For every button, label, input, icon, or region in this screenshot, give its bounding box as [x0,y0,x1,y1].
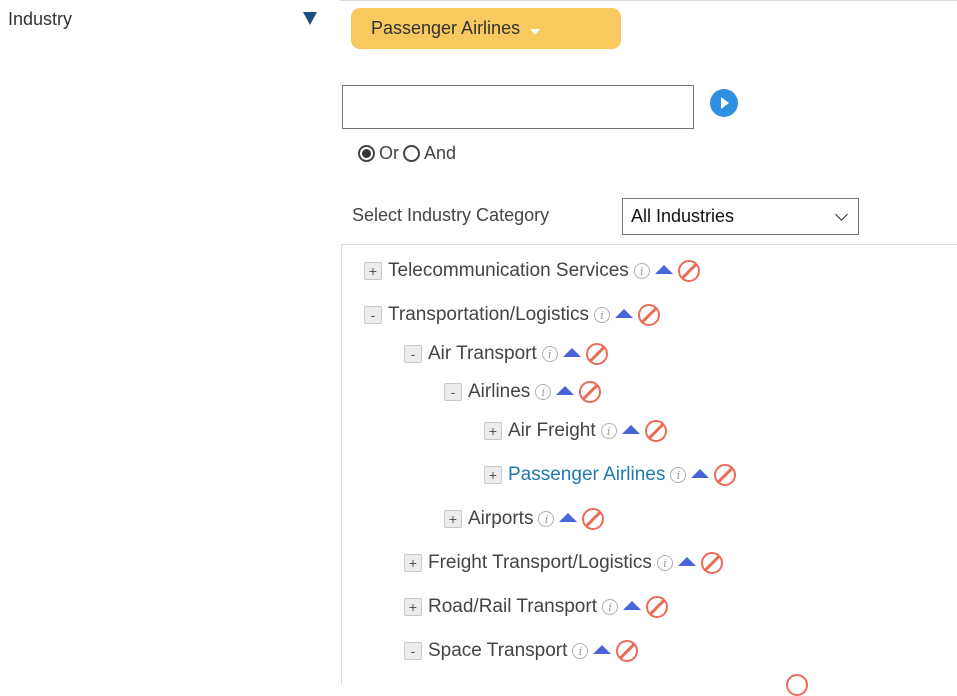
info-icon[interactable]: i [600,423,617,439]
and-radio[interactable] [403,144,420,162]
collapse-icon[interactable]: - [404,642,422,660]
info-icon[interactable]: i [601,599,618,615]
tree-node-row: + Air Freight i [484,415,667,447]
arrow-up-icon[interactable] [691,469,710,478]
or-radio-label[interactable]: Or [379,143,399,164]
expand-icon[interactable]: + [444,510,462,528]
collapse-icon[interactable]: - [364,306,382,324]
category-select-label: Select Industry Category [352,205,550,225]
selected-tag-label: Passenger Airlines [371,18,521,38]
exclude-icon[interactable] [616,640,639,662]
exclude-icon[interactable] [582,508,605,530]
arrow-up-icon[interactable] [556,386,575,395]
exclude-icon[interactable] [700,552,723,574]
or-radio[interactable] [358,144,375,162]
tree-node-label[interactable]: Transportation/Logistics [388,304,589,326]
info-icon[interactable]: i [541,346,558,362]
tree-node-label[interactable]: Airlines [468,381,530,403]
exclude-icon[interactable] [644,420,667,442]
exclude-icon[interactable] [645,596,668,618]
tree-node-row: - Airlines i [444,376,602,408]
industry-field-label: Industry [8,9,73,29]
expand-icon[interactable]: + [364,262,382,280]
tree-node-row: + Telecommunication Services i [364,255,700,287]
exclude-icon[interactable] [677,260,700,282]
tree-node-label[interactable]: Airports [468,508,533,530]
info-icon[interactable]: i [594,307,611,323]
arrow-up-icon[interactable] [621,425,640,434]
arrow-up-icon[interactable] [677,557,696,566]
tree-node-label[interactable]: Telecommunication Services [388,260,629,282]
tree-node-label[interactable]: Freight Transport/Logistics [428,552,652,574]
arrow-up-icon[interactable] [562,348,581,357]
tree-node-label[interactable]: Passenger Airlines [508,464,665,486]
info-icon[interactable]: i [670,467,687,483]
exclude-icon[interactable] [579,381,602,403]
industry-category-select[interactable]: All Industries [622,198,859,235]
tree-node-label[interactable]: Space Transport [428,640,567,662]
tree-node-row: + Passenger Airlines i [484,459,737,491]
exclude-icon[interactable] [638,304,661,326]
play-icon[interactable] [710,89,738,117]
info-icon[interactable]: i [633,263,650,279]
collapse-icon[interactable]: - [444,383,462,401]
and-radio-label[interactable]: And [424,143,456,164]
tree-node-row: + Freight Transport/Logistics i [404,547,723,579]
arrow-up-icon[interactable] [654,265,673,274]
tree-node-label[interactable]: Air Transport [428,343,537,365]
tree-node-row: - Transportation/Logistics i [364,299,661,331]
caret-down-icon[interactable] [530,28,541,35]
info-icon[interactable]: i [538,511,555,527]
exclude-icon[interactable] [786,674,808,696]
collapse-icon[interactable]: - [404,345,422,363]
expand-icon[interactable]: + [484,422,502,440]
top-divider [340,0,957,1]
logic-radio-group: Or And [358,139,460,167]
expand-icon[interactable]: + [484,466,502,484]
expand-icon[interactable]: + [404,554,422,572]
tree-node-row: + Road/Rail Transport i [404,591,668,623]
triangle-down-icon[interactable] [303,12,317,25]
arrow-up-icon[interactable] [615,309,634,318]
chevron-down-icon [835,208,848,221]
exclude-icon[interactable] [585,343,608,365]
info-icon[interactable]: i [572,643,589,659]
info-icon[interactable]: i [656,555,673,571]
exclude-icon[interactable] [714,464,737,486]
arrow-up-icon[interactable] [593,645,612,654]
industry-search-input[interactable] [342,85,694,129]
arrow-up-icon[interactable] [559,513,578,522]
tree-node-label[interactable]: Air Freight [508,420,596,442]
tree-node-row: - Space Transport i [404,635,639,667]
tree-node-row: + Airports i [444,503,605,535]
arrow-up-icon[interactable] [622,601,641,610]
selected-industry-tag[interactable]: Passenger Airlines [351,8,621,49]
info-icon[interactable]: i [535,384,552,400]
tree-node-label[interactable]: Road/Rail Transport [428,596,597,618]
expand-icon[interactable]: + [404,598,422,616]
category-selected-value: All Industries [631,206,735,226]
tree-node-row: - Air Transport i [404,338,608,370]
